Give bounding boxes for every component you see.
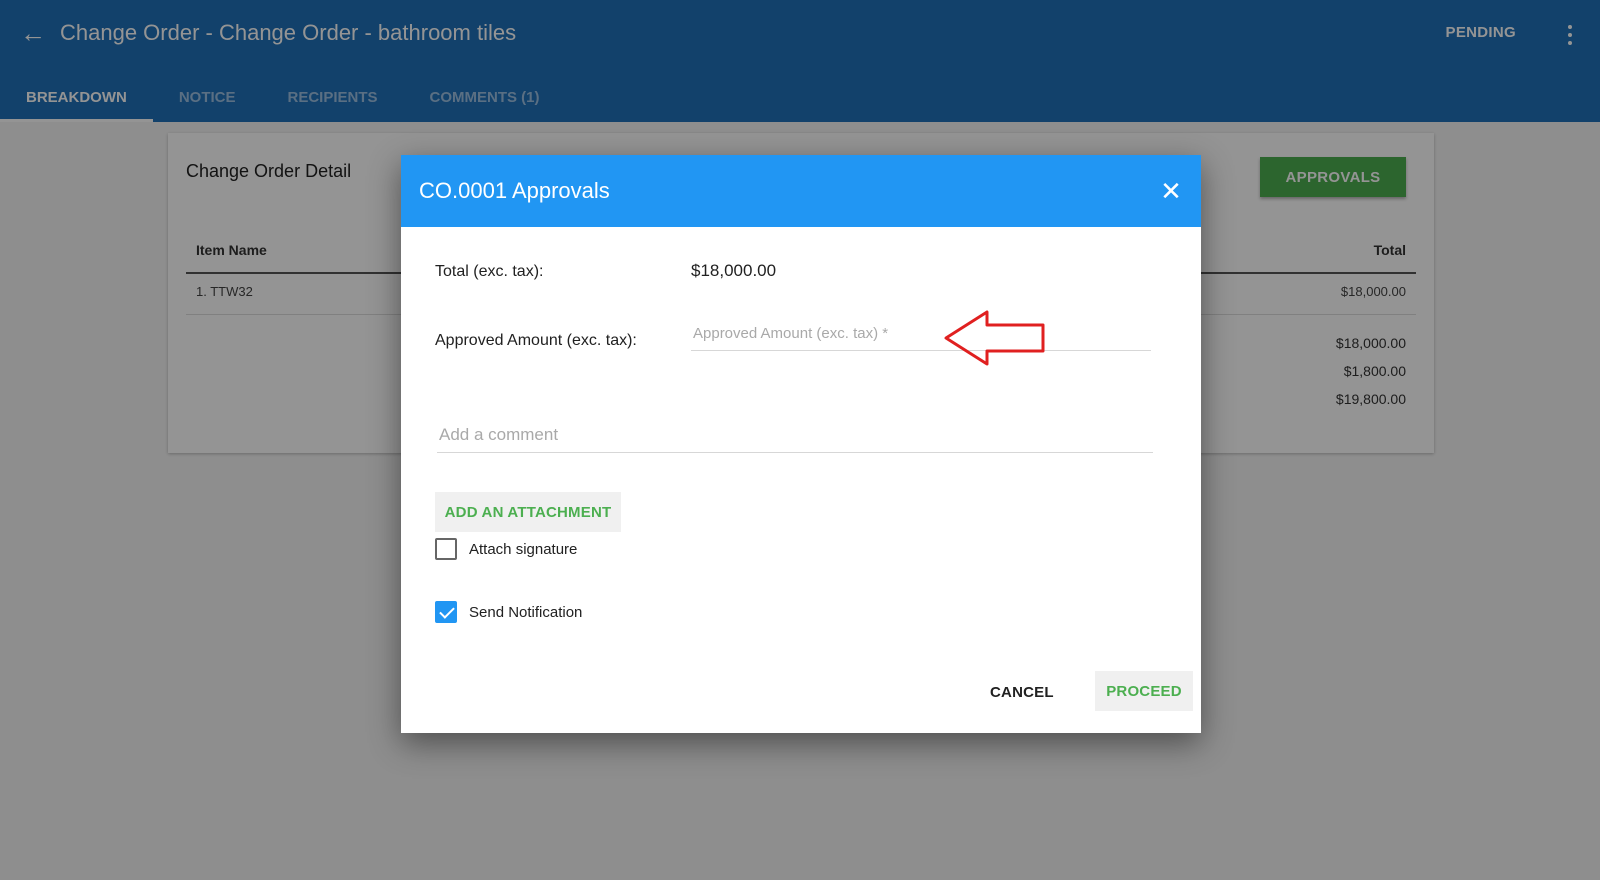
attach-signature-option[interactable]: Attach signature bbox=[435, 537, 577, 561]
attach-signature-label: Attach signature bbox=[469, 540, 578, 558]
approved-amount-label: Approved Amount (exc. tax): bbox=[435, 332, 637, 349]
annotation-arrow-icon bbox=[944, 310, 1045, 366]
add-attachment-button[interactable]: ADD AN ATTACHMENT bbox=[435, 492, 621, 532]
comment-input[interactable] bbox=[437, 417, 1153, 453]
attach-signature-checkbox[interactable] bbox=[435, 538, 457, 560]
cancel-button[interactable]: CANCEL bbox=[974, 673, 1070, 711]
close-icon[interactable]: ✕ bbox=[1155, 175, 1187, 207]
send-notification-label: Send Notification bbox=[469, 603, 583, 621]
dialog-title: CO.0001 Approvals bbox=[419, 178, 610, 203]
proceed-button[interactable]: PROCEED bbox=[1095, 671, 1193, 711]
send-notification-option[interactable]: Send Notification bbox=[435, 600, 582, 624]
total-value: $18,000.00 bbox=[691, 261, 777, 280]
send-notification-checkbox[interactable] bbox=[435, 601, 457, 623]
approved-amount-input[interactable] bbox=[691, 317, 1151, 351]
dialog-header: CO.0001 Approvals ✕ bbox=[401, 155, 1201, 227]
total-label: Total (exc. tax): bbox=[435, 263, 544, 280]
approvals-dialog: CO.0001 Approvals ✕ Total (exc. tax): $1… bbox=[401, 155, 1201, 733]
